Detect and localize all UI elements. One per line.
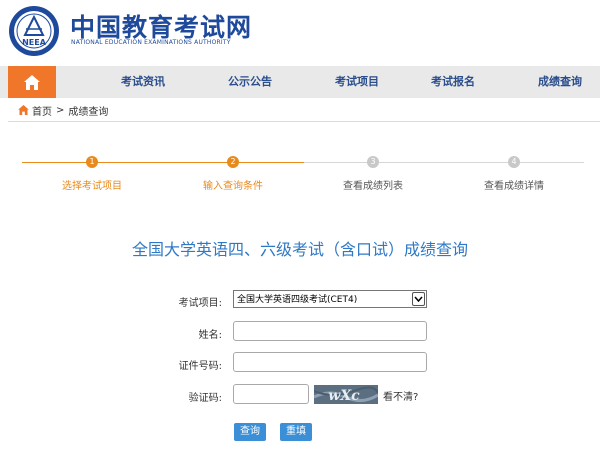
captcha-image[interactable]: wXc	[314, 385, 378, 404]
progress-line-remaining	[304, 162, 584, 163]
id-number-label: 证件号码:	[178, 361, 222, 372]
site-header: NEEA 中国教育考试网 NATIONAL EDUCATION EXAMINAT…	[0, 0, 600, 66]
svg-text:NEEA: NEEA	[22, 38, 47, 47]
progress-line-completed	[22, 162, 304, 163]
step-3-label: 查看成绩列表	[343, 181, 403, 192]
neea-seal-logo[interactable]: NEEA	[8, 5, 60, 57]
id-number-input[interactable]	[233, 352, 427, 372]
brand-subtitle: NATIONAL EDUCATION EXAMINATIONS AUTHORIT…	[71, 39, 231, 46]
reset-button[interactable]: 重填	[280, 423, 312, 441]
breadcrumb-home-link[interactable]: 首页	[32, 103, 52, 118]
step-4-label: 查看成绩详情	[484, 181, 544, 192]
main-nav: 考试资讯 公示公告 考试项目 考试报名 成绩查询	[0, 66, 600, 98]
exam-select-value: 全国大学英语四级考试(CET4)	[237, 295, 358, 305]
nav-item-announcements[interactable]: 公示公告	[228, 66, 272, 98]
breadcrumb: 首页 > 成绩查询	[18, 103, 109, 118]
step-1-marker: 1	[86, 156, 98, 168]
home-icon	[18, 105, 29, 115]
captcha-input[interactable]	[233, 384, 309, 404]
nav-item-score-query[interactable]: 成绩查询	[538, 66, 582, 98]
captcha-refresh-link[interactable]: 看不清?	[383, 388, 418, 403]
captcha-label: 验证码:	[188, 393, 222, 404]
exam-select-label: 考试项目:	[178, 298, 222, 309]
step-2-marker: 2	[227, 156, 239, 168]
name-input[interactable]	[233, 321, 427, 341]
name-label: 姓名:	[198, 330, 222, 341]
page-title: 全国大学英语四、六级考试（含口试）成绩查询	[131, 240, 468, 259]
nav-item-exam-news[interactable]: 考试资讯	[121, 66, 165, 98]
home-icon	[24, 74, 40, 90]
nav-item-registration[interactable]: 考试报名	[431, 66, 475, 98]
breadcrumb-separator: >	[56, 104, 65, 116]
captcha-text: wXc	[328, 388, 360, 404]
step-2-label: 输入查询条件	[203, 181, 263, 192]
breadcrumb-current: 成绩查询	[68, 106, 109, 118]
step-4-marker: 4	[508, 156, 520, 168]
exam-select[interactable]: 全国大学英语四级考试(CET4)	[233, 290, 427, 308]
step-3-marker: 3	[367, 156, 379, 168]
nav-item-exam-projects[interactable]: 考试项目	[335, 66, 379, 98]
step-1-label: 选择考试项目	[62, 181, 122, 192]
chevron-down-icon	[412, 292, 425, 306]
breadcrumb-divider	[8, 121, 600, 122]
nav-home-button[interactable]	[8, 66, 56, 98]
query-button[interactable]: 查询	[234, 423, 266, 441]
